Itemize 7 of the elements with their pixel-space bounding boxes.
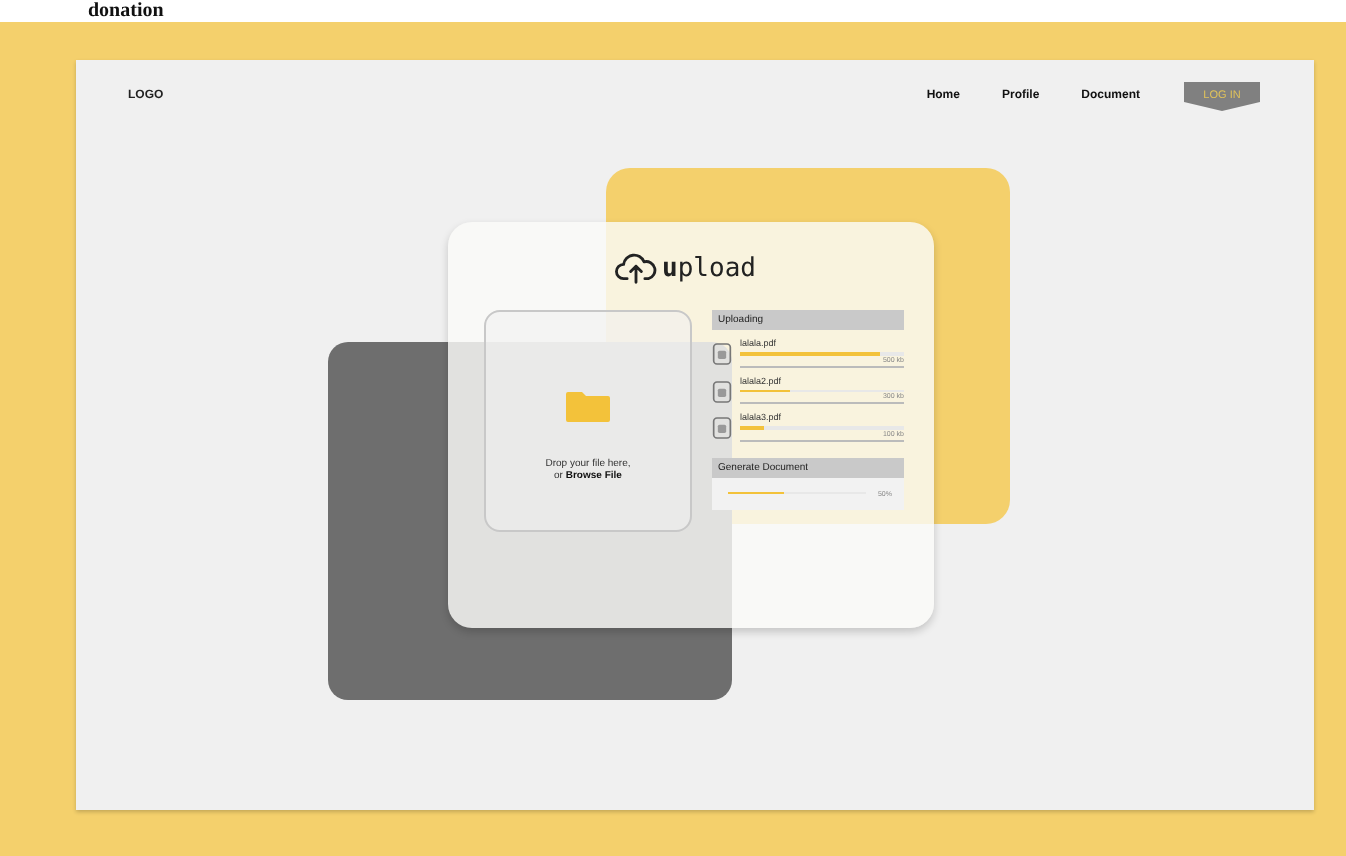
file-icon <box>712 416 732 440</box>
file-icon <box>712 379 732 403</box>
caption-text: donation <box>88 0 164 22</box>
cloud-upload-icon <box>614 252 659 284</box>
folder-icon <box>564 388 612 424</box>
file-icon <box>712 342 732 366</box>
upload-title: upload <box>662 253 756 283</box>
